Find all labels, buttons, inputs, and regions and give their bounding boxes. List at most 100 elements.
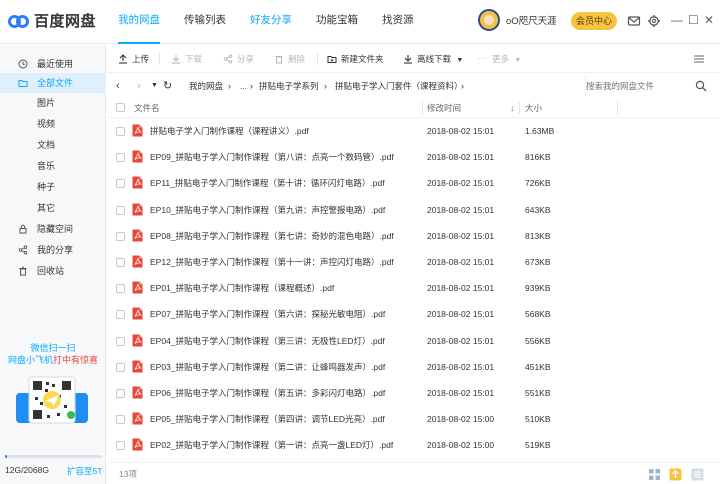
qr-code-icon[interactable] <box>16 375 88 427</box>
delete-button[interactable]: 删除 <box>274 45 305 73</box>
file-name[interactable]: EP02_拼贴电子学入门制作课程（第一讲：点亮一盏LED灯）.pdf <box>150 432 393 458</box>
new-folder-button[interactable]: 新建文件夹 <box>327 45 384 73</box>
sort-desc-icon[interactable]: ↓ <box>510 98 515 118</box>
search-icon[interactable] <box>695 80 707 92</box>
table-row[interactable]: EP03_拼贴电子学入门制作课程（第二讲：让蜂鸣器发声）.pdf 2018-08-… <box>107 354 720 380</box>
row-checkbox[interactable] <box>116 231 125 241</box>
sidebar-item-videos[interactable]: 视频 <box>0 114 106 134</box>
tab-find-resources[interactable]: 找资源 <box>382 0 414 44</box>
breadcrumb-item[interactable]: 我的网盘 <box>189 74 223 98</box>
select-all-checkbox[interactable] <box>116 103 125 112</box>
column-header-name[interactable]: 文件名 <box>134 98 160 118</box>
row-checkbox[interactable] <box>116 389 125 398</box>
transfer-status-icon[interactable] <box>691 468 704 481</box>
row-checkbox[interactable] <box>116 336 125 346</box>
view-toggle-icon[interactable] <box>693 53 705 65</box>
sidebar-item-others[interactable]: 其它 <box>0 198 106 218</box>
table-row[interactable]: EP11_拼贴电子学入门制作课程（第十讲：循环闪灯电路）.pdf 2018-08-… <box>107 170 720 196</box>
sidebar-item-recent[interactable]: 最近使用 <box>0 54 106 74</box>
gear-icon[interactable] <box>647 14 661 28</box>
expand-storage-link[interactable]: 扩容至5T <box>67 465 102 477</box>
refresh-icon[interactable]: ↻ <box>163 74 172 98</box>
breadcrumb-item[interactable]: ... <box>240 74 247 98</box>
breadcrumb-item[interactable]: 拼贴电子学入门套件（课程资料） <box>335 74 463 98</box>
table-row[interactable]: EP10_拼贴电子学入门制作课程（第九讲：声控警报电路）.pdf 2018-08-… <box>107 197 720 223</box>
row-checkbox[interactable] <box>116 441 125 451</box>
user-menu[interactable]: oO咫尺天涯 <box>478 9 557 31</box>
table-row[interactable]: EP12_拼贴电子学入门制作课程（第十一讲：声控闪灯电路）.pdf 2018-08… <box>107 249 720 275</box>
maximize-icon[interactable]: ☐ <box>688 13 699 27</box>
file-name[interactable]: EP04_拼贴电子学入门制作课程（第三讲：无极性LED灯）.pdf <box>150 328 385 354</box>
row-checkbox[interactable] <box>116 362 125 372</box>
sidebar-item-torrents[interactable]: 种子 <box>0 177 106 197</box>
more-button[interactable]: ··· 更多 ▼ <box>478 45 521 73</box>
sidebar-item-music[interactable]: 音乐 <box>0 156 106 176</box>
tab-my-netdisk[interactable]: 我的网盘 <box>118 0 160 44</box>
row-checkbox[interactable] <box>116 415 125 425</box>
row-checkbox[interactable] <box>116 127 125 136</box>
file-name[interactable]: EP01_拼贴电子学入门制作课程（课程概述）.pdf <box>150 275 334 301</box>
upload-button[interactable]: 上传 <box>118 45 149 73</box>
grid-view-icon[interactable] <box>648 468 661 481</box>
username[interactable]: oO咫尺天涯 <box>506 13 557 27</box>
avatar[interactable] <box>478 9 500 31</box>
breadcrumb: ‹ › ▼ ↻ 我的网盘 › ... › 拼贴电子学系列 › 拼贴电子学入门套件… <box>107 74 720 98</box>
row-checkbox[interactable] <box>116 258 125 267</box>
divider <box>159 53 160 65</box>
divider <box>422 102 423 114</box>
sidebar-item-my-shares[interactable]: 我的分享 <box>0 240 106 260</box>
file-name[interactable]: EP12_拼贴电子学入门制作课程（第十一讲：声控闪灯电路）.pdf <box>150 249 394 275</box>
vip-center-button[interactable]: 会员中心 <box>571 12 617 30</box>
file-name[interactable]: EP05_拼贴电子学入门制作课程（第四讲：调节LED光亮）.pdf <box>150 406 385 432</box>
sidebar-item-images[interactable]: 图片 <box>0 93 106 113</box>
table-row[interactable]: EP09_拼贴电子学入门制作课程（第八讲：点亮一个数码管）.pdf 2018-08… <box>107 144 720 170</box>
row-checkbox[interactable] <box>116 153 125 163</box>
file-name[interactable]: EP08_拼贴电子学入门制作课程（第七讲：奇妙的混色电路）.pdf <box>150 223 394 249</box>
tab-transfer-list[interactable]: 传输列表 <box>184 0 226 44</box>
search-box[interactable] <box>585 76 711 96</box>
table-row[interactable]: EP08_拼贴电子学入门制作课程（第七讲：奇妙的混色电路）.pdf 2018-08… <box>107 223 720 249</box>
download-button[interactable]: 下载 <box>171 45 202 73</box>
row-checkbox[interactable] <box>116 310 125 320</box>
file-name[interactable]: EP07_拼贴电子学入门制作课程（第六讲：探秘光敏电阻）.pdf <box>150 301 385 327</box>
sidebar-item-all-files[interactable]: 全部文件 <box>0 73 106 93</box>
table-row[interactable]: EP07_拼贴电子学入门制作课程（第六讲：探秘光敏电阻）.pdf 2018-08-… <box>107 301 720 327</box>
promo-subtitle: 网盘小飞机打中有惊喜 <box>0 353 106 366</box>
column-header-modified[interactable]: 修改时间 <box>427 98 461 118</box>
table-row[interactable]: 拼贴电子学入门制作课程（课程讲义）.pdf 2018-08-02 15:01 1.6… <box>107 118 720 144</box>
upload-tray-icon[interactable] <box>669 468 682 481</box>
table-row[interactable]: EP06_拼贴电子学入门制作课程（第五讲：多彩闪灯电路）.pdf 2018-08-… <box>107 380 720 406</box>
close-icon[interactable]: ✕ <box>704 13 714 27</box>
minimize-icon[interactable]: — <box>671 13 683 27</box>
file-name[interactable]: 拼贴电子学入门制作课程（课程讲义）.pdf <box>150 118 309 144</box>
column-header-size[interactable]: 大小 <box>525 98 542 118</box>
table-row[interactable]: EP01_拼贴电子学入门制作课程（课程概述）.pdf 2018-08-02 15:… <box>107 275 720 301</box>
tab-toolbox[interactable]: 功能宝箱 <box>316 0 358 44</box>
search-input[interactable] <box>586 76 686 96</box>
sidebar-item-documents[interactable]: 文档 <box>0 135 106 155</box>
share-button[interactable]: 分享 <box>223 45 254 73</box>
table-row[interactable]: EP04_拼贴电子学入门制作课程（第三讲：无极性LED灯）.pdf 2018-08… <box>107 328 720 354</box>
row-checkbox[interactable] <box>116 205 125 215</box>
file-name[interactable]: EP03_拼贴电子学入门制作课程（第二讲：让蜂鸣器发声）.pdf <box>150 354 385 380</box>
file-name[interactable]: EP06_拼贴电子学入门制作课程（第五讲：多彩闪灯电路）.pdf <box>150 380 385 406</box>
table-row[interactable]: EP02_拼贴电子学入门制作课程（第一讲：点亮一盏LED灯）.pdf 2018-0… <box>107 432 720 458</box>
offline-download-button[interactable]: 离线下载 ▼ <box>403 45 463 73</box>
tab-friend-share[interactable]: 好友分享 <box>250 0 292 44</box>
mail-icon[interactable] <box>627 14 641 28</box>
row-checkbox[interactable] <box>116 179 125 189</box>
sidebar-item-recycle-bin[interactable]: 回收站 <box>0 261 106 281</box>
row-checkbox[interactable] <box>116 284 125 294</box>
back-arrow-icon[interactable]: ‹ <box>116 74 120 98</box>
forward-arrow-icon[interactable]: › <box>137 74 141 98</box>
sidebar-item-hidden-space[interactable]: 隐藏空间 <box>0 219 106 239</box>
sidebar-item-label: 最近使用 <box>37 59 74 69</box>
delete-label: 删除 <box>288 54 306 64</box>
table-row[interactable]: EP05_拼贴电子学入门制作课程（第四讲：调节LED光亮）.pdf 2018-08… <box>107 406 720 432</box>
breadcrumb-item[interactable]: 拼贴电子学系列 <box>259 74 319 98</box>
history-dropdown-icon[interactable]: ▼ <box>151 74 158 98</box>
file-name[interactable]: EP11_拼贴电子学入门制作课程（第十讲：循环闪灯电路）.pdf <box>150 170 385 196</box>
file-name[interactable]: EP10_拼贴电子学入门制作课程（第九讲：声控警报电路）.pdf <box>150 197 385 223</box>
chevron-down-icon: ▼ <box>456 57 464 64</box>
file-name[interactable]: EP09_拼贴电子学入门制作课程（第八讲：点亮一个数码管）.pdf <box>150 144 394 170</box>
